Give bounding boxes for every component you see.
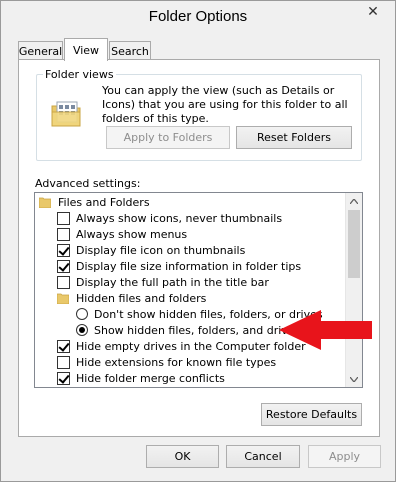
option-label: Always show icons, never thumbnails <box>76 211 283 225</box>
folder-icon <box>57 293 69 304</box>
option-hide-extensions[interactable]: Hide extensions for known file types <box>57 354 276 370</box>
option-label: Always show menus <box>76 227 188 241</box>
checkbox[interactable] <box>57 275 70 289</box>
folder-views-description: You can apply the view (such as Details … <box>102 84 348 125</box>
tree-folder-label: Hidden files and folders <box>76 291 207 305</box>
option-hide-folder-merge-conflicts[interactable]: Hide folder merge conflicts <box>57 370 225 386</box>
view-tab-panel: You can apply the view (such as Details … <box>18 59 380 437</box>
scroll-up-arrow-icon[interactable] <box>346 193 362 209</box>
red-arrow-annotation-icon <box>279 310 372 350</box>
checkbox-checked[interactable] <box>57 243 70 257</box>
tab-general[interactable]: General <box>18 41 63 60</box>
option-label: Display the full path in the title bar <box>76 275 269 289</box>
tree-folder-files-and-folders: Files and Folders <box>39 194 150 210</box>
advanced-settings-tree[interactable]: Files and Folders Always show icons, nev… <box>34 192 363 388</box>
folder-views-icon <box>51 101 81 127</box>
folder-icon <box>39 197 51 208</box>
apply-to-folders-button[interactable]: Apply to Folders <box>106 126 230 149</box>
advanced-settings-label: Advanced settings: <box>35 177 141 190</box>
option-label: Hide folder merge conflicts <box>76 371 225 385</box>
tab-view-label: View <box>72 43 100 57</box>
scroll-down-arrow-icon[interactable] <box>346 371 362 387</box>
option-show-hidden[interactable]: Show hidden files, folders, and drives <box>76 322 300 338</box>
option-label: Hide extensions for known file types <box>76 355 277 369</box>
close-button[interactable]: ✕ <box>358 2 388 22</box>
folder-views-label: Folder views <box>43 68 116 81</box>
checkbox[interactable] <box>57 355 70 369</box>
option-always-show-icons[interactable]: Always show icons, never thumbnails <box>57 210 282 226</box>
checkbox[interactable] <box>57 227 70 241</box>
option-label: Hide empty drives in the Computer folder <box>76 339 306 353</box>
apply-button[interactable]: Apply <box>308 445 381 468</box>
cancel-button[interactable]: Cancel <box>226 445 300 468</box>
radio-button-selected[interactable] <box>76 324 88 336</box>
option-display-file-size-info[interactable]: Display file size information in folder … <box>57 258 301 274</box>
scrollbar-thumb[interactable] <box>348 210 360 278</box>
tab-general-label: General <box>18 44 63 58</box>
option-label: Show hidden files, folders, and drives <box>94 323 301 337</box>
checkbox-checked[interactable] <box>57 371 70 385</box>
tree-folder-hidden-files: Hidden files and folders <box>57 290 206 306</box>
radio-button[interactable] <box>76 308 88 320</box>
folder-options-window: Folder Options ✕ General View Search You… <box>0 0 396 482</box>
tab-view[interactable]: View <box>64 38 108 61</box>
checkbox[interactable] <box>57 211 70 225</box>
checkbox-checked[interactable] <box>57 339 70 353</box>
title-bar: Folder Options ✕ <box>1 1 395 33</box>
option-display-full-path[interactable]: Display the full path in the title bar <box>57 274 269 290</box>
tree-folder-label: Files and Folders <box>58 195 150 209</box>
option-hide-empty-drives[interactable]: Hide empty drives in the Computer folder <box>57 338 306 354</box>
option-always-show-menus[interactable]: Always show menus <box>57 226 187 242</box>
restore-defaults-button[interactable]: Restore Defaults <box>261 403 362 426</box>
tab-search[interactable]: Search <box>109 41 151 60</box>
tab-search-label: Search <box>111 44 149 58</box>
option-display-file-icon-on-thumbnails[interactable]: Display file icon on thumbnails <box>57 242 245 258</box>
checkbox-checked[interactable] <box>57 259 70 273</box>
window-title: Folder Options <box>148 8 248 25</box>
option-label: Display file icon on thumbnails <box>76 243 246 257</box>
vertical-scrollbar[interactable] <box>345 193 362 387</box>
ok-button[interactable]: OK <box>146 445 219 468</box>
reset-folders-button[interactable]: Reset Folders <box>236 126 352 149</box>
folder-views-group: You can apply the view (such as Details … <box>36 74 362 161</box>
option-label: Display file size information in folder … <box>76 259 302 273</box>
